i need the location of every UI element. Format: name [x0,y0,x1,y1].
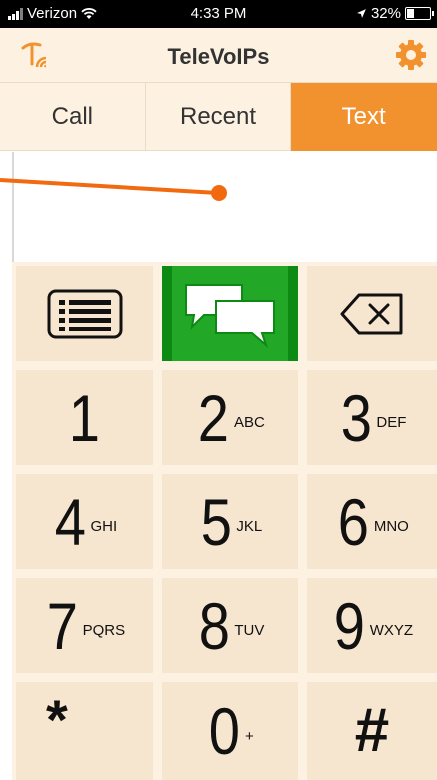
key-star[interactable]: * [16,682,153,780]
chat-bubbles-icon [185,283,275,348]
key-letters: GHI [90,518,118,535]
key-digit: 3 [340,380,372,455]
backspace-button[interactable] [307,266,437,361]
key-digit: # [354,696,390,765]
backspace-icon [340,293,403,334]
key-7[interactable]: 7 PQRS [16,578,153,673]
key-letters: DEF [376,414,407,431]
key-letters: + [244,727,254,745]
key-letters: TUV [234,622,265,639]
key-3[interactable]: 3 DEF [307,370,437,465]
key-6[interactable]: 6 MNO [307,474,437,569]
key-digit: 5 [200,484,232,559]
key-digit: 7 [46,588,78,663]
annotation-pointer [0,178,227,201]
key-digit: 1 [68,380,101,455]
key-letters: JKL [236,518,263,535]
app-bar: TeleVoIPs [0,28,437,83]
key-digit: * [46,688,68,751]
battery-fill [407,9,414,18]
tab-text[interactable]: Text [291,83,437,151]
battery-icon [405,7,434,20]
key-2[interactable]: 2 ABC [162,370,298,465]
key-1[interactable]: 1 [16,370,153,465]
tab-call[interactable]: Call [0,83,146,151]
key-digit: 9 [333,588,365,663]
key-digit: 0 [209,694,241,768]
key-9[interactable]: 9 WXYZ [307,578,437,673]
contacts-button[interactable] [16,266,153,361]
keypad: 1 2 ABC 3 DEF 4 GHI 5 JKL 6 MNO 7 PQRS 8… [12,262,437,780]
status-right: 32% [356,5,434,22]
key-letters: WXYZ [369,622,414,639]
key-digit: 8 [198,588,230,663]
key-letters: MNO [373,518,409,535]
app-title: TeleVoIPs [167,44,270,69]
gear-icon[interactable] [395,39,427,71]
key-8[interactable]: 8 TUV [162,578,298,673]
battery-percent: 32% [370,5,401,22]
key-5[interactable]: 5 JKL [162,474,298,569]
key-hash[interactable]: # [307,682,437,780]
contacts-list-icon [47,289,122,338]
status-bar: Verizon 4:33 PM 32% [0,0,437,28]
key-digit: 2 [197,380,230,455]
key-digit: 6 [337,484,370,559]
tab-bar: Call Recent Text [0,83,437,151]
key-letters: ABC [233,414,265,431]
tab-recent[interactable]: Recent [145,83,292,151]
key-0[interactable]: 0 + [162,682,298,780]
location-arrow-icon [357,9,366,18]
key-4[interactable]: 4 GHI [16,474,153,569]
send-text-button[interactable] [162,266,298,361]
key-digit: 4 [54,484,86,559]
key-letters: PQRS [82,622,126,639]
